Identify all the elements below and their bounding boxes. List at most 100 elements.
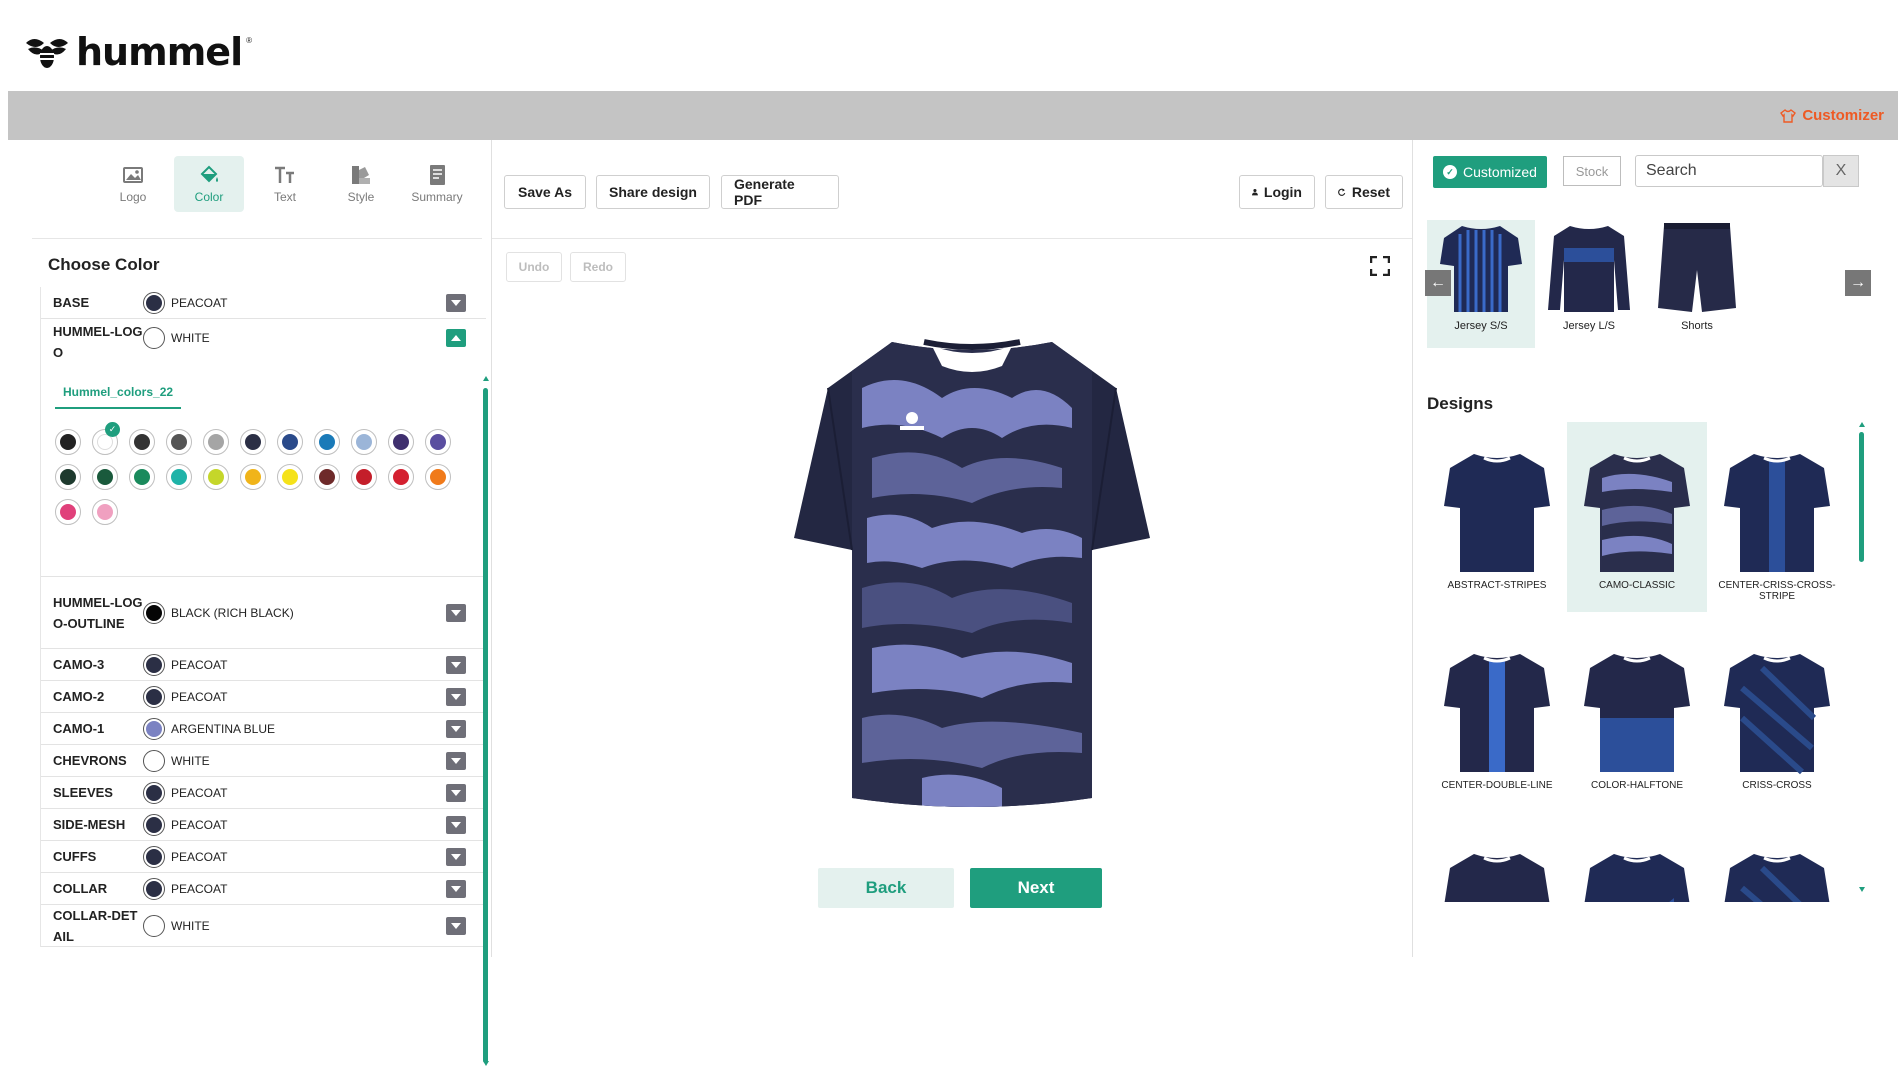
product-shorts[interactable]: Shorts xyxy=(1643,220,1751,348)
palette-tab[interactable]: Hummel_colors_22 xyxy=(55,379,182,409)
design-card[interactable] xyxy=(1707,822,1847,902)
palette-color-swatch[interactable] xyxy=(240,429,266,455)
expand-toggle-icon[interactable] xyxy=(446,687,466,706)
expand-toggle-icon[interactable] xyxy=(446,879,466,898)
palette-color-swatch[interactable] xyxy=(351,429,377,455)
scroll-thumb[interactable] xyxy=(1859,432,1864,562)
reset-button[interactable]: Reset xyxy=(1325,175,1403,209)
palette-color-swatch[interactable] xyxy=(388,429,414,455)
stock-filter-button[interactable]: Stock xyxy=(1563,156,1621,186)
palette-color-swatch[interactable] xyxy=(92,464,118,490)
palette-color-swatch[interactable] xyxy=(166,464,192,490)
color-row-value[interactable]: PEACOAT xyxy=(143,877,227,900)
design-card[interactable] xyxy=(1567,822,1707,902)
color-row-value[interactable]: ARGENTINA BLUE xyxy=(143,717,275,740)
next-button[interactable]: Next xyxy=(970,868,1102,908)
expand-toggle-icon[interactable] xyxy=(446,815,466,834)
design-card[interactable]: ABSTRACT-STRIPES xyxy=(1427,422,1567,612)
palette-color-swatch[interactable] xyxy=(314,464,340,490)
customized-filter-button[interactable]: ✓ Customized xyxy=(1433,156,1547,188)
palette-color-swatch[interactable] xyxy=(55,464,81,490)
jersey-preview[interactable] xyxy=(772,318,1172,818)
expand-toggle-icon[interactable] xyxy=(446,751,466,770)
tab-color[interactable]: Color xyxy=(174,156,244,212)
expand-toggle-icon[interactable] xyxy=(446,783,466,802)
palette-color-swatch[interactable] xyxy=(388,464,414,490)
color-row[interactable]: CAMO-1 ARGENTINA BLUE xyxy=(41,713,486,745)
back-button[interactable]: Back xyxy=(818,868,954,908)
search-input[interactable] xyxy=(1635,155,1823,187)
customizer-link[interactable]: Customizer xyxy=(1780,107,1884,124)
product-jersey-ls[interactable]: Jersey L/S xyxy=(1535,220,1643,348)
palette-color-swatch[interactable] xyxy=(129,464,155,490)
redo-button[interactable]: Redo xyxy=(570,252,626,282)
color-row[interactable]: CAMO-2 PEACOAT xyxy=(41,681,486,713)
color-row-value[interactable]: WHITE xyxy=(143,749,210,772)
share-design-button[interactable]: Share design xyxy=(596,175,710,209)
color-row[interactable]: CUFFS PEACOAT xyxy=(41,841,486,873)
design-card[interactable] xyxy=(1427,822,1567,902)
left-scrollbar[interactable] xyxy=(483,376,489,1066)
color-row-value[interactable]: BLACK (RICH BLACK) xyxy=(143,601,294,624)
palette-color-swatch[interactable] xyxy=(55,429,81,455)
design-card[interactable]: CRISS-CROSS xyxy=(1707,622,1847,812)
color-row[interactable]: SLEEVES PEACOAT xyxy=(41,777,486,809)
color-row-value[interactable]: WHITE xyxy=(143,327,210,349)
next-arrow-icon[interactable]: → xyxy=(1845,270,1871,296)
color-row[interactable]: COLLAR PEACOAT xyxy=(41,873,486,905)
palette-color-swatch[interactable] xyxy=(203,464,229,490)
color-row[interactable]: COLLAR-DETAIL WHITE xyxy=(41,905,486,947)
color-row-value[interactable]: PEACOAT xyxy=(143,291,227,314)
palette-color-swatch[interactable] xyxy=(277,464,303,490)
color-row[interactable]: HUMMEL-LOGO-OUTLINE BLACK (RICH BLACK) xyxy=(41,577,486,649)
expand-toggle-icon[interactable] xyxy=(446,916,466,935)
palette-color-swatch[interactable] xyxy=(55,499,81,525)
clear-search-button[interactable]: X xyxy=(1823,155,1859,187)
design-card[interactable]: CENTER-CRISS-CROSS-STRIPE xyxy=(1707,422,1847,612)
prev-arrow-icon[interactable]: ← xyxy=(1425,270,1451,296)
palette-color-swatch[interactable] xyxy=(314,429,340,455)
tab-summary[interactable]: Summary xyxy=(402,156,472,212)
color-row-value[interactable]: PEACOAT xyxy=(143,781,227,804)
expand-toggle-icon[interactable] xyxy=(446,655,466,674)
color-row-value[interactable]: PEACOAT xyxy=(143,685,227,708)
expand-toggle-icon[interactable] xyxy=(446,719,466,738)
color-row-value[interactable]: PEACOAT xyxy=(143,653,227,676)
fullscreen-icon[interactable] xyxy=(1370,256,1390,276)
expand-toggle-icon[interactable] xyxy=(446,603,466,622)
color-row[interactable]: SIDE-MESH PEACOAT xyxy=(41,809,486,841)
palette-color-swatch[interactable] xyxy=(240,464,266,490)
color-row[interactable]: CAMO-3 PEACOAT xyxy=(41,649,486,681)
scroll-thumb[interactable] xyxy=(483,388,488,1063)
palette-color-swatch[interactable] xyxy=(425,464,451,490)
palette-color-swatch[interactable] xyxy=(203,429,229,455)
palette-color-swatch[interactable]: ✓ xyxy=(92,422,120,455)
tab-text[interactable]: Text xyxy=(250,156,320,212)
color-row-value[interactable]: PEACOAT xyxy=(143,813,227,836)
palette-color-swatch[interactable] xyxy=(129,429,155,455)
color-row-value[interactable]: PEACOAT xyxy=(143,845,227,868)
palette-color-swatch[interactable] xyxy=(166,429,192,455)
design-card[interactable]: COLOR-HALFTONE xyxy=(1567,622,1707,812)
palette-color-swatch[interactable] xyxy=(425,429,451,455)
design-card[interactable]: CAMO-CLASSIC xyxy=(1567,422,1707,612)
color-row[interactable]: BASE PEACOAT xyxy=(41,287,486,319)
color-row[interactable]: CHEVRONS WHITE xyxy=(41,745,486,777)
save-as-button[interactable]: Save As xyxy=(504,175,586,209)
undo-button[interactable]: Undo xyxy=(506,252,562,282)
design-card[interactable]: CENTER-DOUBLE-LINE xyxy=(1427,622,1567,812)
palette-color-swatch[interactable] xyxy=(351,464,377,490)
tab-style[interactable]: Style xyxy=(326,156,396,212)
generate-pdf-button[interactable]: Generate PDF xyxy=(721,175,839,209)
color-row[interactable]: HUMMEL-LOGO WHITE Hummel_colors_22 ✓ xyxy=(41,319,486,577)
expand-toggle-icon[interactable] xyxy=(446,847,466,866)
brand-logo[interactable]: hummel ® xyxy=(22,30,252,74)
palette-color-swatch[interactable] xyxy=(277,429,303,455)
palette-color-swatch[interactable] xyxy=(92,499,118,525)
right-scrollbar[interactable] xyxy=(1859,422,1865,892)
expand-toggle-icon[interactable] xyxy=(446,293,466,312)
collapse-toggle-icon[interactable] xyxy=(446,329,466,347)
tab-logo[interactable]: Logo xyxy=(98,156,168,212)
color-row-value[interactable]: WHITE xyxy=(143,914,210,937)
login-button[interactable]: Login xyxy=(1239,175,1315,209)
